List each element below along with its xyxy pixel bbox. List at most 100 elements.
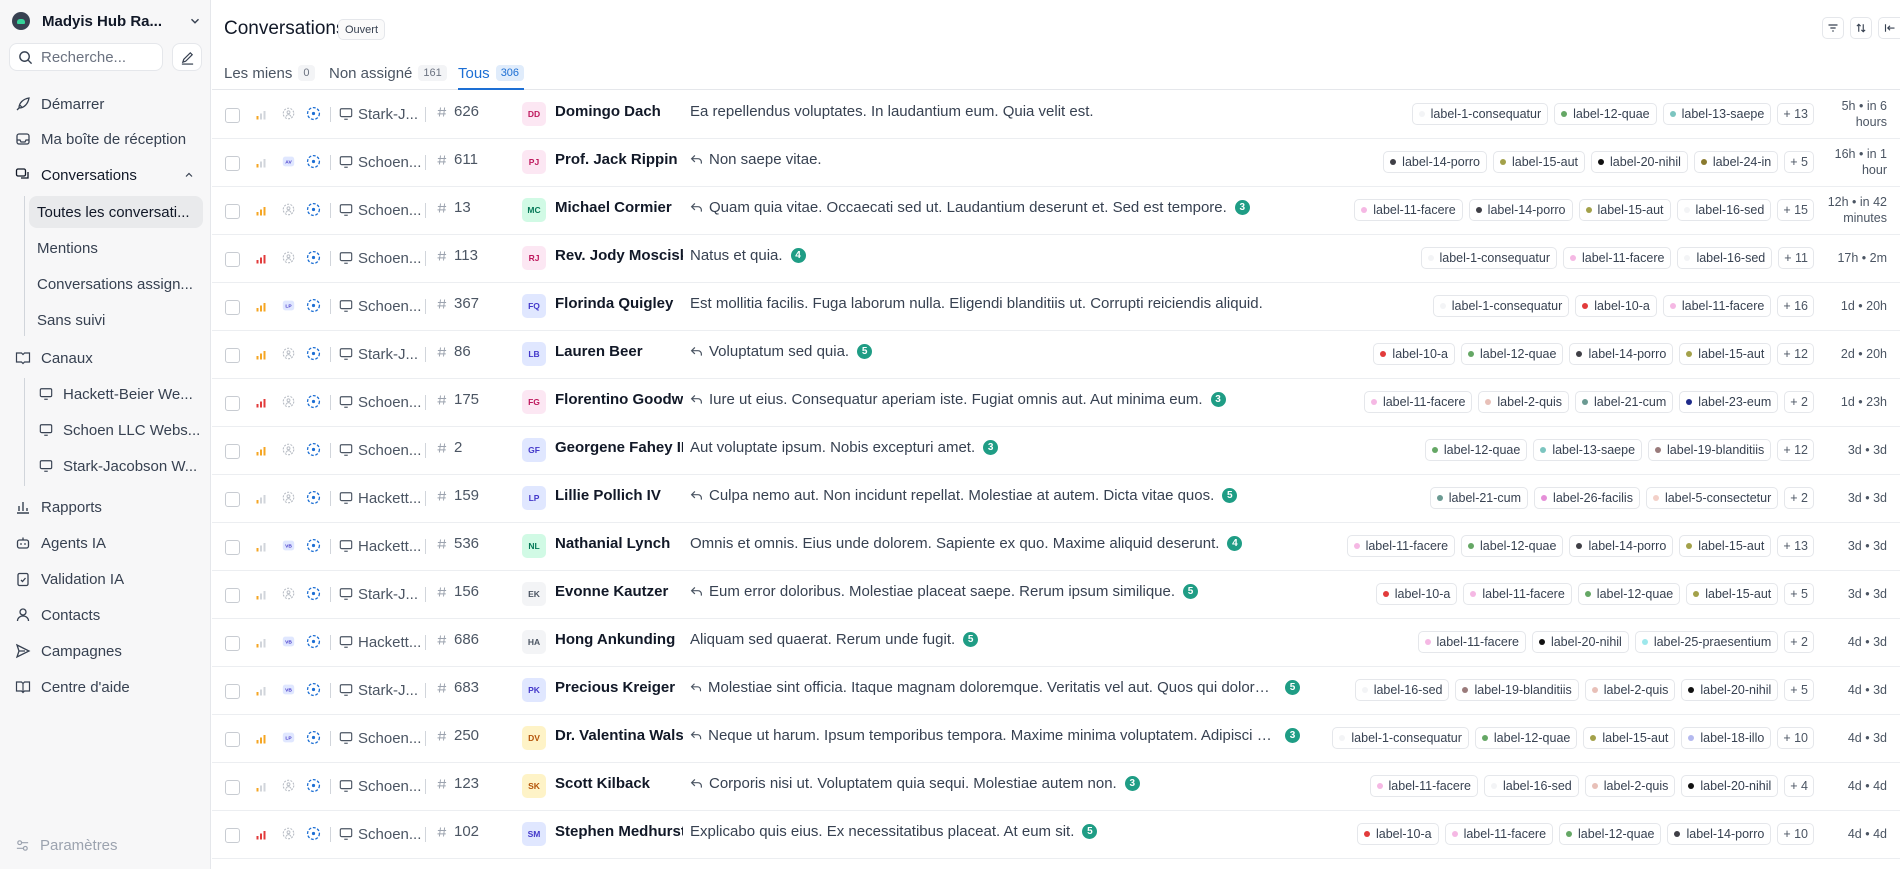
sla-status-icon[interactable] <box>306 106 321 121</box>
label-chip[interactable]: label-20-nihil <box>1531 631 1629 653</box>
more-labels-badge[interactable]: + 2 <box>1784 487 1814 509</box>
unassigned-agent-icon[interactable] <box>282 491 295 504</box>
label-chip[interactable]: label-10-a <box>1375 583 1458 605</box>
nav-unattended[interactable]: Sans suivi <box>29 304 203 336</box>
label-chip[interactable]: label-12-quae <box>1554 103 1657 125</box>
nav-campaigns[interactable]: Campagnes <box>8 635 203 667</box>
label-chip[interactable]: label-25-praesentium <box>1634 631 1779 653</box>
label-chip[interactable]: label-11-facere <box>1662 295 1772 317</box>
agent-avatar-icon[interactable]: VB <box>282 539 295 552</box>
label-chip[interactable]: label-16-sed <box>1483 775 1579 797</box>
label-chip[interactable]: label-12-quae <box>1474 727 1578 749</box>
more-labels-badge[interactable]: + 2 <box>1784 631 1814 653</box>
label-chip[interactable]: label-2-quis <box>1584 679 1676 701</box>
more-labels-badge[interactable]: + 13 <box>1777 103 1814 125</box>
label-chip[interactable]: label-16-sed <box>1677 247 1773 269</box>
priority-bars-icon[interactable] <box>256 395 268 408</box>
label-chip[interactable]: label-15-aut <box>1679 343 1772 365</box>
tab-all[interactable]: Tous 306 <box>458 62 525 84</box>
conversation-row[interactable]: Stark-J... 86 LB Lauren Beer Voluptatum sed … <box>212 331 1900 379</box>
more-labels-badge[interactable]: + 15 <box>1777 199 1814 221</box>
label-chip[interactable]: label-15-aut <box>1578 199 1671 221</box>
channel-hackett-beier[interactable]: Hackett-Beier We... <box>35 378 203 410</box>
agent-avatar-icon[interactable]: LP <box>282 731 295 744</box>
label-chip[interactable]: label-16-sed <box>1676 199 1772 221</box>
label-chip[interactable]: label-2-quis <box>1478 391 1570 413</box>
conversation-row[interactable]: LP Schoen... 250 DV Dr. Valentina Walsh Neque… <box>212 715 1900 763</box>
more-labels-badge[interactable]: + 4 <box>1784 775 1814 797</box>
row-checkbox[interactable] <box>225 252 240 267</box>
unassigned-agent-icon[interactable] <box>282 395 295 408</box>
channel-schoen-llc[interactable]: Schoen LLC Webs... <box>35 414 203 446</box>
unassigned-agent-icon[interactable] <box>282 779 295 792</box>
sla-status-icon[interactable] <box>306 730 321 745</box>
nav-ai-agents[interactable]: Agents IA <box>8 527 203 559</box>
label-chip[interactable]: label-26-facilis <box>1534 487 1640 509</box>
sla-status-icon[interactable] <box>306 394 321 409</box>
label-chip[interactable]: label-12-quae <box>1461 343 1564 365</box>
label-chip[interactable]: label-14-porro <box>1468 199 1573 221</box>
label-chip[interactable]: label-10-a <box>1373 343 1456 365</box>
nav-contacts[interactable]: Contacts <box>8 599 203 631</box>
nav-all-conversations[interactable]: Toutes les conversati... <box>29 196 203 228</box>
conversation-row[interactable]: Hackett... 159 LP Lillie Pollich IV Culpa ne… <box>212 475 1900 523</box>
tab-unassigned[interactable]: Non assigné 161 <box>329 62 447 84</box>
label-chip[interactable]: label-14-porro <box>1569 535 1674 557</box>
priority-bars-icon[interactable] <box>256 539 268 552</box>
row-checkbox[interactable] <box>225 780 240 795</box>
sla-status-icon[interactable] <box>306 346 321 361</box>
agent-avatar-icon[interactable]: VB <box>282 683 295 696</box>
label-chip[interactable]: label-11-facere <box>1444 823 1554 845</box>
more-labels-badge[interactable]: + 12 <box>1777 343 1814 365</box>
row-checkbox[interactable] <box>225 828 240 843</box>
sla-status-icon[interactable] <box>306 202 321 217</box>
search-box[interactable] <box>9 43 163 71</box>
conversation-row[interactable]: VB Hackett... 686 HA Hong Ankunding Aliquam s… <box>212 619 1900 667</box>
row-checkbox[interactable] <box>225 108 240 123</box>
label-chip[interactable]: label-19-blanditiis <box>1455 679 1579 701</box>
row-checkbox[interactable] <box>225 684 240 699</box>
sla-status-icon[interactable] <box>306 490 321 505</box>
label-chip[interactable]: label-15-aut <box>1686 583 1779 605</box>
label-chip[interactable]: label-1-consequatur <box>1332 727 1469 749</box>
row-checkbox[interactable] <box>225 444 240 459</box>
label-chip[interactable]: label-13-saepe <box>1662 103 1772 125</box>
agent-avatar-icon[interactable]: LP <box>282 299 295 312</box>
unassigned-agent-icon[interactable] <box>282 587 295 600</box>
nav-conversations[interactable]: Conversations <box>8 159 203 191</box>
nav-reports[interactable]: Rapports <box>8 491 203 523</box>
label-chip[interactable]: label-11-facere <box>1354 199 1463 221</box>
label-chip[interactable]: label-10-a <box>1356 823 1439 845</box>
row-checkbox[interactable] <box>225 492 240 507</box>
row-checkbox[interactable] <box>225 156 240 171</box>
label-chip[interactable]: label-21-cum <box>1429 487 1529 509</box>
label-chip[interactable]: label-2-quis <box>1584 775 1676 797</box>
label-chip[interactable]: label-20-nihil <box>1681 679 1779 701</box>
collapse-button[interactable] <box>1878 17 1900 39</box>
label-chip[interactable]: label-11-facere <box>1369 775 1478 797</box>
priority-bars-icon[interactable] <box>256 107 268 120</box>
label-chip[interactable]: label-21-cum <box>1575 391 1674 413</box>
row-checkbox[interactable] <box>225 636 240 651</box>
priority-bars-icon[interactable] <box>256 779 268 792</box>
agent-avatar-icon[interactable]: AV <box>282 155 295 168</box>
more-labels-badge[interactable]: + 5 <box>1784 583 1814 605</box>
nav-mentions[interactable]: Mentions <box>29 232 203 264</box>
label-chip[interactable]: label-18-illo <box>1681 727 1772 749</box>
label-chip[interactable]: label-10-a <box>1575 295 1657 317</box>
conversation-row[interactable]: Schoen... 102 SM Stephen Medhurst Explicabo … <box>212 811 1900 859</box>
sla-status-icon[interactable] <box>306 298 321 313</box>
conversation-row[interactable]: VB Hackett... 536 NL Nathanial Lynch Omnis et… <box>212 523 1900 571</box>
nav-inbox[interactable]: Ma boîte de réception <box>8 123 203 155</box>
label-chip[interactable]: label-11-facere <box>1417 631 1526 653</box>
row-checkbox[interactable] <box>225 588 240 603</box>
channel-stark-jacobson[interactable]: Stark-Jacobson W... <box>35 450 203 482</box>
row-checkbox[interactable] <box>225 540 240 555</box>
priority-bars-icon[interactable] <box>256 443 268 456</box>
conversation-row[interactable]: Schoen... 175 FG Florentino Goodwin Iure ut … <box>212 379 1900 427</box>
workspace-switcher[interactable]: Madyis Hub Ra... <box>12 9 202 33</box>
more-labels-badge[interactable]: + 5 <box>1784 679 1814 701</box>
unassigned-agent-icon[interactable] <box>282 203 295 216</box>
unassigned-agent-icon[interactable] <box>282 827 295 840</box>
label-chip[interactable]: label-1-consequatur <box>1411 103 1549 125</box>
